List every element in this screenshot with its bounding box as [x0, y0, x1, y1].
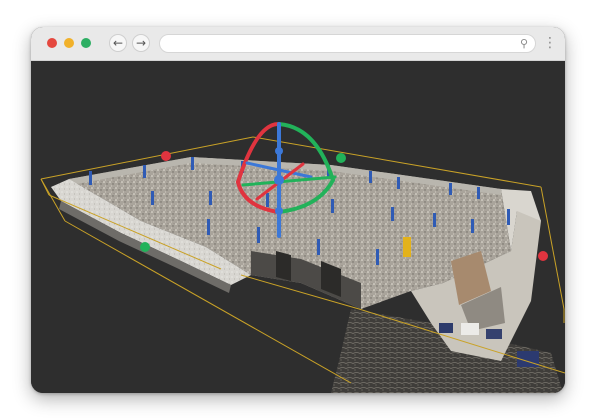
search-icon[interactable]: ⚲ — [520, 36, 528, 51]
address-input[interactable] — [170, 36, 514, 53]
close-window-button[interactable] — [47, 38, 57, 48]
address-bar[interactable]: ⚲ — [159, 34, 536, 53]
arrow-right-icon: → — [135, 36, 147, 50]
forward-button[interactable]: → — [132, 34, 150, 52]
scale-handle-green-left[interactable] — [140, 242, 150, 252]
scale-handle-red-right[interactable] — [538, 251, 548, 261]
point-cloud-scene[interactable] — [31, 61, 565, 393]
3d-viewport[interactable] — [31, 61, 565, 393]
browser-toolbar: ← → ⚲ ⋮ — [31, 27, 565, 61]
scale-handle-green-top[interactable] — [336, 153, 346, 163]
browser-menu-button[interactable]: ⋮ — [543, 34, 557, 53]
browser-window: ← → ⚲ ⋮ — [31, 27, 565, 393]
back-button[interactable]: ← — [109, 34, 127, 52]
yellow-equipment — [403, 237, 411, 257]
minimize-window-button[interactable] — [64, 38, 74, 48]
gizmo-center[interactable] — [274, 175, 284, 185]
maximize-window-button[interactable] — [81, 38, 91, 48]
scale-handle-red-top[interactable] — [161, 151, 171, 161]
arrow-left-icon: ← — [112, 36, 124, 50]
